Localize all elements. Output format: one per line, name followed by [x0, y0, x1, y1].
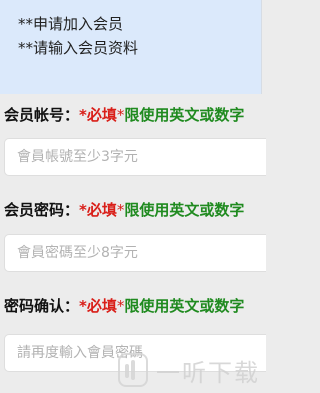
watermark: 一听下载: [118, 348, 270, 392]
confirm-required-mark: *必填: [79, 297, 117, 315]
password-input[interactable]: [5, 235, 266, 271]
password-label-name: 会员密码：: [4, 201, 80, 219]
confirm-password-field-label: 密码确认：*必填*限使用英文或数字: [4, 295, 244, 316]
account-input-box[interactable]: [4, 138, 266, 176]
account-label-name: 会员帐号：: [4, 106, 80, 124]
password-input-box[interactable]: [4, 234, 266, 272]
password-required-mark: *必填: [79, 201, 117, 219]
account-field-label: 会员帐号：*必填*限使用英文或数字: [4, 104, 244, 125]
confirm-rule-text: 限使用英文或数字: [124, 297, 245, 315]
watermark-logo-icon: [118, 353, 148, 387]
membership-notice: **申请加入会员 **请输入会员资料: [0, 0, 262, 94]
account-rule-text: 限使用英文或数字: [124, 106, 245, 124]
watermark-text: 一听下载: [156, 358, 260, 387]
confirm-label-name: 密码确认：: [4, 297, 80, 315]
account-input[interactable]: [5, 139, 266, 175]
notice-line-apply: **申请加入会员: [18, 15, 124, 33]
password-field-label: 会员密码：*必填*限使用英文或数字: [4, 199, 244, 220]
notice-line-enter-info: **请输入会员资料: [18, 39, 139, 57]
account-required-mark: *必填: [79, 106, 117, 124]
password-rule-text: 限使用英文或数字: [124, 201, 245, 219]
